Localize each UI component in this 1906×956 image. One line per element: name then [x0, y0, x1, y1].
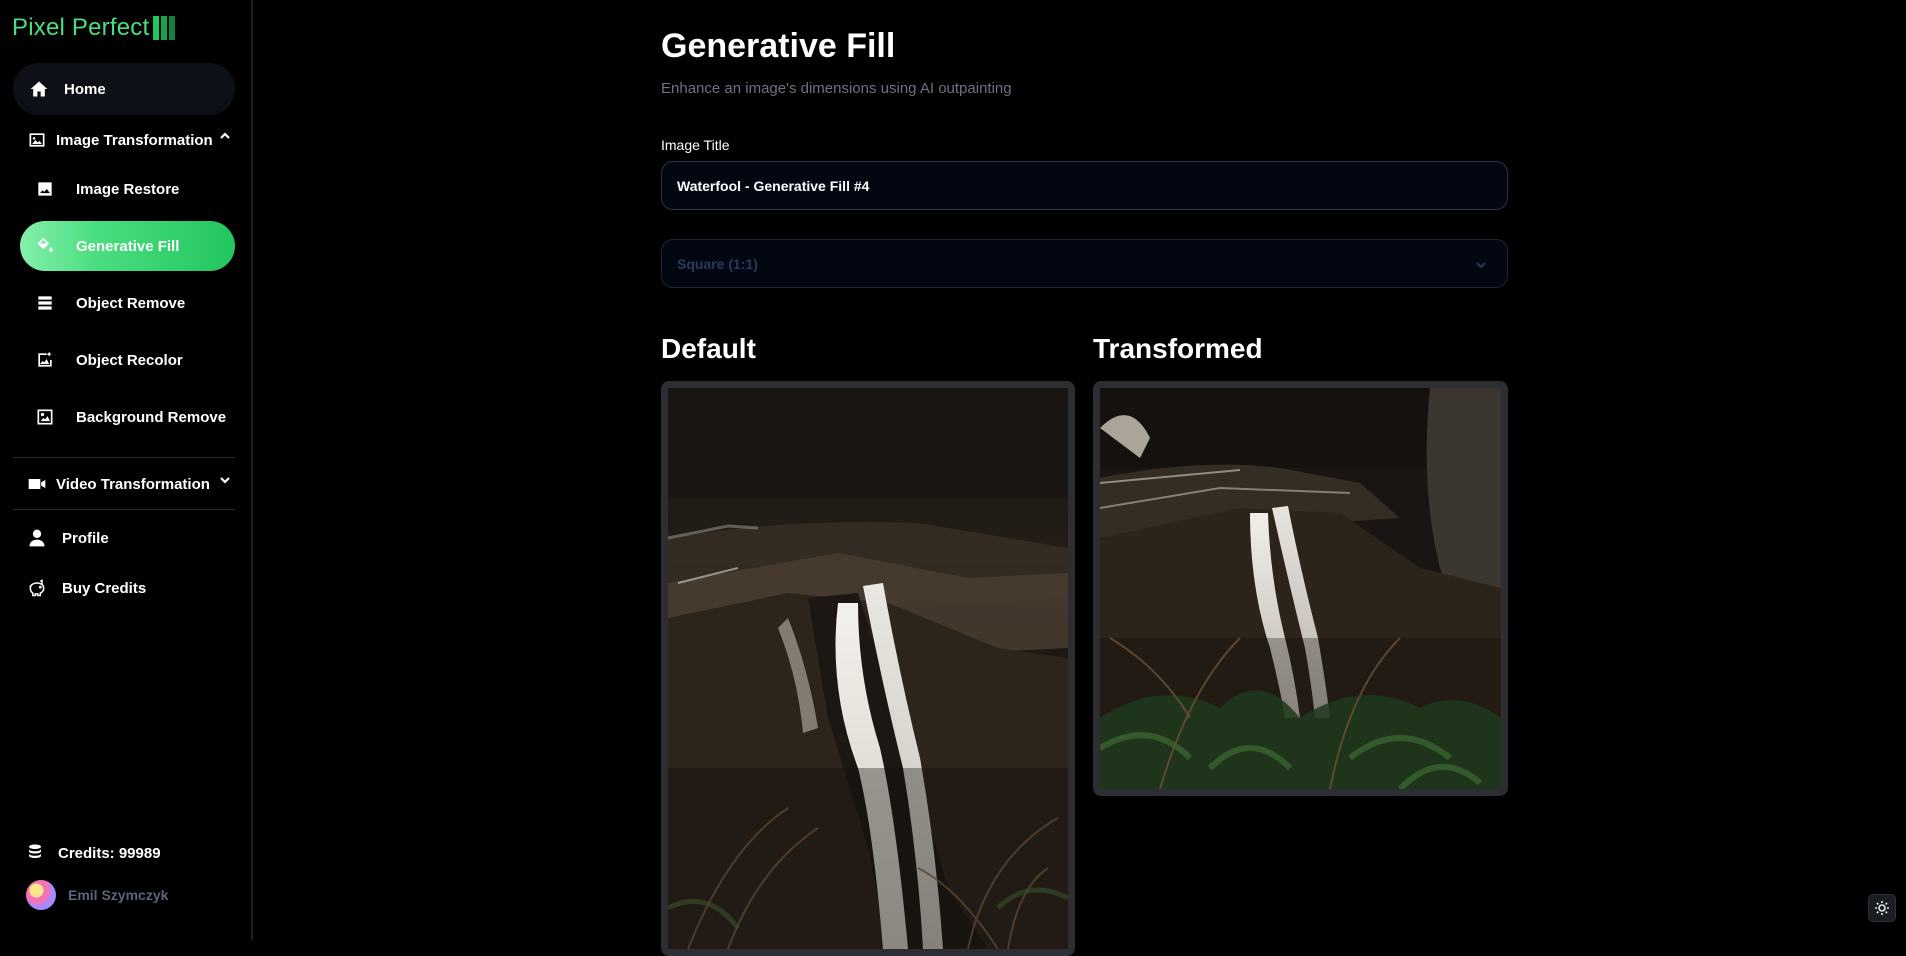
sidebar-item-object-remove[interactable]: Object Remove: [20, 278, 235, 328]
recolor-icon: [34, 349, 56, 371]
aspect-ratio-select[interactable]: Square (1:1): [661, 239, 1508, 288]
chevron-up-icon: [218, 129, 236, 147]
logo-text: Pixel Perfect: [12, 14, 150, 41]
video-transformation-label: Video Transformation: [56, 475, 210, 493]
user-icon: [26, 527, 48, 549]
coins-icon: [26, 843, 46, 863]
page-title: Generative Fill: [661, 27, 896, 65]
transformed-heading: Transformed: [1093, 333, 1263, 364]
default-image-frame: [661, 381, 1075, 956]
page-subtitle: Enhance an image's dimensions using AI o…: [661, 80, 1012, 97]
sidebar: Pixel Perfect Home Image Transformation …: [0, 0, 253, 940]
sun-icon: [1874, 900, 1890, 916]
stack-icon: [34, 292, 56, 314]
nav-buy-credits[interactable]: Buy Credits: [26, 574, 146, 602]
video-transformation-toggle[interactable]: Video Transformation: [26, 471, 236, 497]
default-waterfall-image: [668, 388, 1068, 949]
home-icon: [28, 78, 50, 100]
credits-display: Credits: 99989: [26, 843, 161, 863]
image-title-label: Image Title: [661, 137, 730, 153]
sidebar-item-label: Object Recolor: [76, 351, 183, 369]
chevron-down-icon: [218, 473, 236, 491]
transformed-image-frame: [1093, 381, 1508, 796]
sidebar-item-object-recolor[interactable]: Object Recolor: [20, 335, 235, 385]
avatar[interactable]: [26, 880, 56, 910]
logo-icon: [153, 16, 176, 40]
nav-home-label: Home: [64, 80, 106, 98]
image-icon: [34, 178, 56, 200]
image-frame-icon: [34, 406, 56, 428]
nav-profile[interactable]: Profile: [26, 524, 109, 552]
sidebar-item-label: Generative Fill: [76, 237, 180, 255]
nav-profile-label: Profile: [62, 529, 109, 547]
logo[interactable]: Pixel Perfect: [12, 14, 176, 42]
sidebar-item-label: Background Remove: [76, 408, 227, 426]
divider: [13, 457, 235, 458]
sidebar-item-label: Image Restore: [76, 180, 180, 198]
chevron-down-icon: [1475, 258, 1487, 270]
image-title-input[interactable]: [661, 161, 1508, 210]
default-heading: Default: [661, 333, 756, 364]
photo-icon: [26, 129, 48, 151]
video-camera-icon: [26, 473, 48, 495]
sidebar-item-label: Object Remove: [76, 294, 186, 312]
nav-buy-credits-label: Buy Credits: [62, 579, 147, 597]
piggy-bank-icon: [26, 577, 48, 599]
sidebar-item-image-restore[interactable]: Image Restore: [20, 164, 235, 214]
image-transformation-toggle[interactable]: Image Transformation: [26, 127, 236, 153]
user-name: Emil Szymczyk: [68, 887, 169, 903]
divider: [13, 509, 235, 510]
paint-bucket-icon: [34, 235, 56, 257]
image-transformation-label: Image Transformation: [56, 131, 213, 149]
transformed-waterfall-image: [1100, 388, 1501, 789]
nav-home[interactable]: Home: [13, 63, 235, 115]
theme-toggle-button[interactable]: [1868, 894, 1896, 922]
sidebar-item-background-remove[interactable]: Background Remove: [20, 392, 235, 442]
credits-label: Credits: 99989: [58, 844, 161, 862]
user-profile[interactable]: Emil Szymczyk: [26, 880, 168, 910]
sidebar-item-generative-fill[interactable]: Generative Fill: [20, 221, 235, 271]
aspect-ratio-value: Square (1:1): [677, 255, 758, 272]
